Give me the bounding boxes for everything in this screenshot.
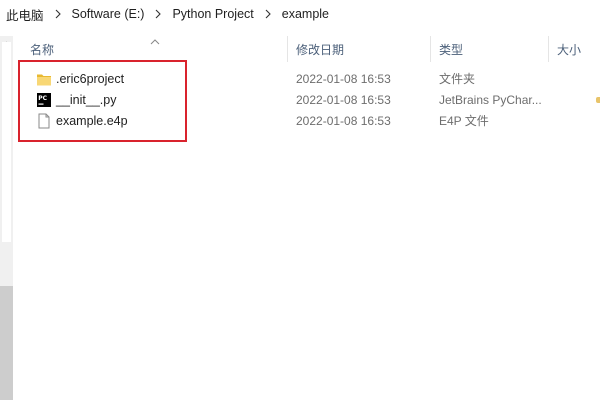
column-header-date[interactable]: 修改日期	[287, 36, 430, 62]
file-explorer-window: 此电脑 Software (E:) Python Project example…	[0, 0, 600, 400]
file-row[interactable]: PC __init__.py 2022-01-08 16:53 JetBrain…	[22, 89, 600, 110]
chevron-right-icon[interactable]	[150, 8, 166, 20]
breadcrumb-item-drive[interactable]: Software (E:)	[70, 7, 147, 21]
breadcrumb-item-python-project[interactable]: Python Project	[170, 7, 255, 21]
file-size	[548, 89, 600, 110]
file-type: E4P 文件	[439, 114, 489, 128]
navigation-pane-scrollbar[interactable]	[0, 36, 13, 400]
file-date: 2022-01-08 16:53	[296, 92, 391, 107]
file-size	[548, 68, 600, 89]
column-header-name[interactable]: 名称	[22, 36, 287, 62]
generic-file-icon	[36, 113, 52, 129]
column-header-row: 名称 修改日期 类型 大小	[22, 36, 600, 62]
column-header-size[interactable]: 大小	[548, 36, 600, 62]
breadcrumb-item-example[interactable]: example	[280, 7, 331, 21]
file-row[interactable]: .eric6project 2022-01-08 16:53 文件夹	[22, 68, 600, 89]
file-name: .eric6project	[56, 71, 125, 86]
file-name-cell: PC __init__.py	[22, 89, 287, 110]
column-header-date-label: 修改日期	[296, 42, 345, 57]
file-size	[548, 110, 600, 131]
svg-text:PC: PC	[38, 95, 47, 102]
breadcrumb-item-this-pc[interactable]: 此电脑	[4, 5, 46, 24]
column-header-type-label: 类型	[439, 42, 464, 57]
column-header-size-label: 大小	[557, 42, 582, 57]
file-type: JetBrains PyChar...	[439, 92, 542, 107]
file-name: __init__.py	[56, 92, 117, 107]
file-list: .eric6project 2022-01-08 16:53 文件夹 PC __…	[22, 68, 600, 131]
file-name-cell: .eric6project	[22, 68, 287, 89]
sort-ascending-icon	[150, 35, 160, 45]
file-date: 2022-01-08 16:53	[296, 113, 391, 128]
column-header-type[interactable]: 类型	[430, 36, 548, 62]
chevron-right-icon[interactable]	[50, 8, 66, 20]
file-row[interactable]: example.e4p 2022-01-08 16:53 E4P 文件	[22, 110, 600, 131]
edge-icon-fragment	[596, 97, 600, 103]
folder-icon	[36, 71, 52, 87]
file-name: example.e4p	[56, 113, 128, 128]
file-name-cell: example.e4p	[22, 110, 287, 131]
chevron-right-icon[interactable]	[260, 8, 276, 20]
breadcrumb: 此电脑 Software (E:) Python Project example	[0, 0, 600, 28]
file-date: 2022-01-08 16:53	[296, 71, 391, 86]
column-header-name-label: 名称	[30, 42, 55, 57]
file-type: 文件夹	[439, 72, 476, 86]
pycharm-file-icon: PC	[36, 92, 52, 108]
scrollbar-track	[2, 42, 11, 242]
scrollbar-thumb[interactable]	[0, 286, 13, 400]
